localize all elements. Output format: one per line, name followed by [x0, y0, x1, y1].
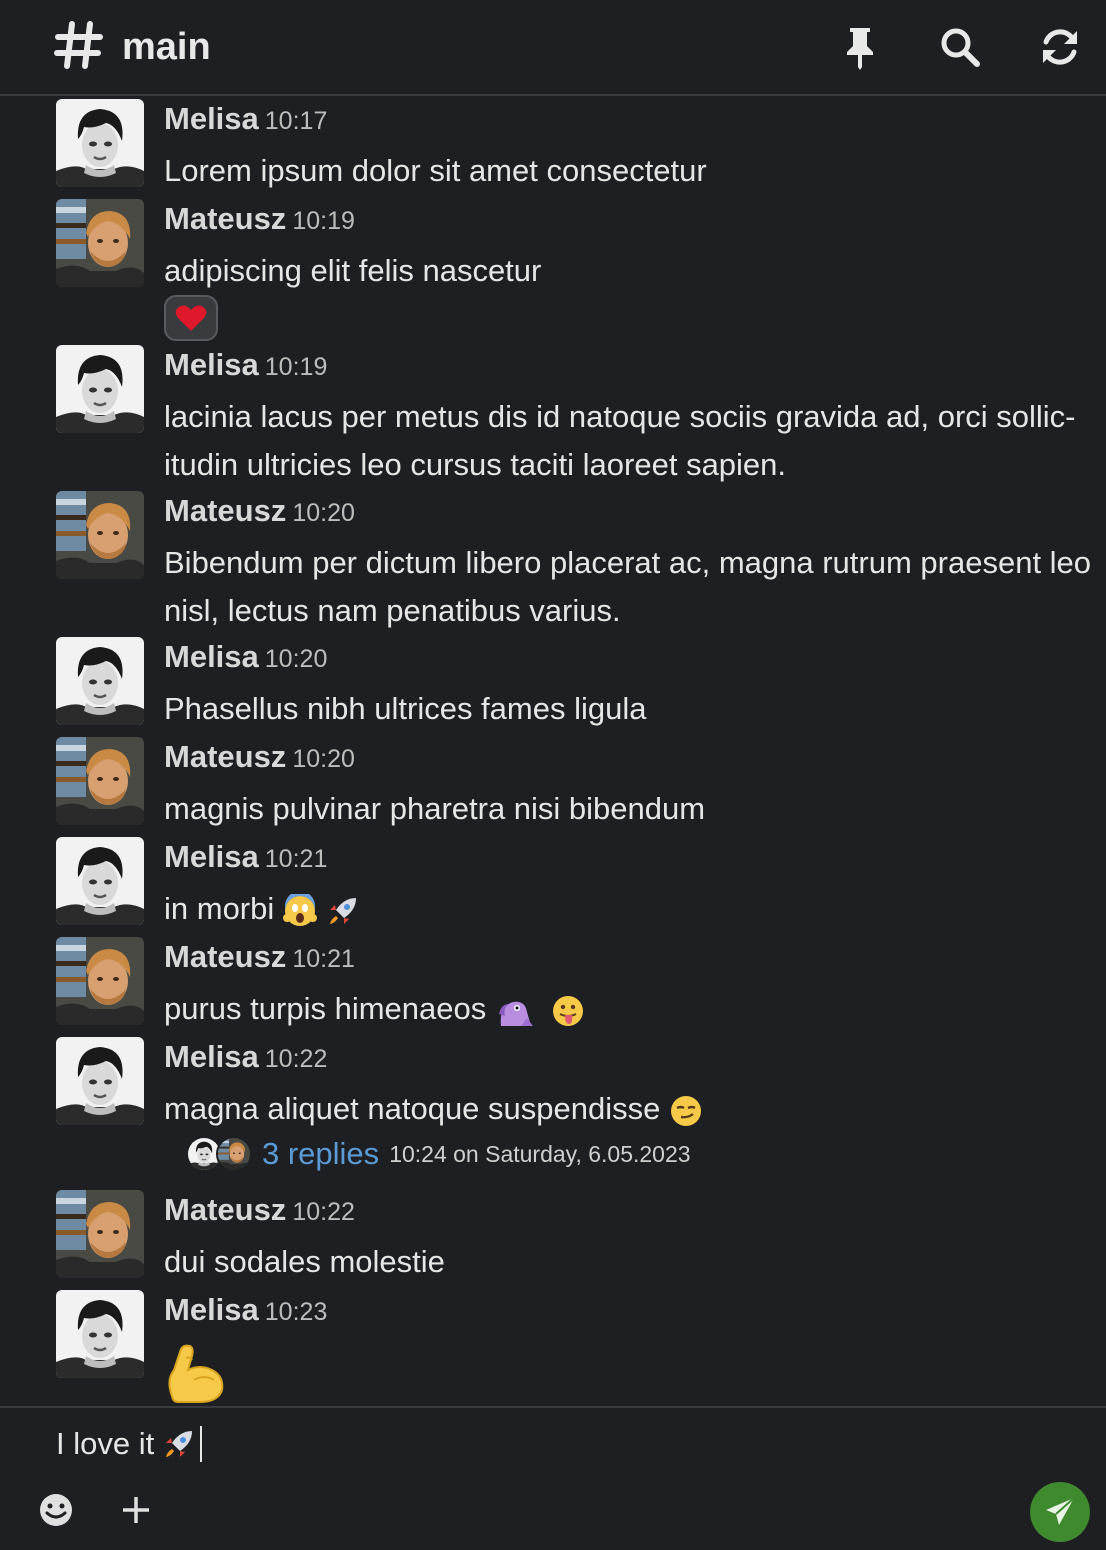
avatar[interactable] — [56, 1290, 144, 1378]
send-button[interactable] — [1030, 1482, 1090, 1542]
message-composer[interactable]: I love it — [0, 1406, 1106, 1550]
timestamp: 10:22 — [292, 1198, 355, 1226]
plus-icon[interactable] — [116, 1490, 156, 1530]
avatar[interactable] — [56, 1037, 144, 1125]
heart-icon — [175, 305, 207, 331]
message-body: in morbi — [164, 885, 1094, 933]
search-icon[interactable] — [935, 22, 985, 72]
avatar[interactable] — [56, 837, 144, 925]
timestamp: 10:20 — [292, 745, 355, 773]
author-name[interactable]: Melisa — [164, 101, 259, 136]
avatar[interactable] — [56, 199, 144, 287]
avatar[interactable] — [56, 637, 144, 725]
hash-icon — [54, 20, 104, 70]
message-body: purus turpis himenaeos — [164, 985, 1094, 1033]
thread-summary[interactable]: 3 replies 10:24 on Saturday, 6.05.2023 — [186, 1134, 691, 1174]
message-text: Lorem ipsum dolor sit amet consectetur — [164, 153, 707, 188]
rocket-emoji-icon — [166, 1431, 193, 1457]
message-body — [164, 1340, 1094, 1406]
author-name[interactable]: Mateusz — [164, 493, 286, 528]
send-icon — [1046, 1497, 1075, 1525]
thread-avatar — [216, 1136, 252, 1172]
message-text: dui sodales molestie — [164, 1244, 445, 1279]
timestamp: 10:20 — [264, 645, 328, 673]
message-text: magnis pulvinar pharetra nisi bibendum — [164, 791, 706, 826]
timestamp: 10:17 — [264, 107, 328, 135]
avatar[interactable] — [56, 345, 144, 433]
smirk-emoji-icon — [671, 1095, 701, 1126]
avatar[interactable] — [56, 1190, 144, 1278]
author-name[interactable]: Melisa — [164, 1039, 259, 1074]
tongue-emoji-icon — [553, 995, 584, 1026]
author-name[interactable]: Melisa — [164, 1292, 259, 1327]
timestamp: 10:21 — [292, 945, 355, 973]
message-text: magna aliquet natoque suspendisse — [164, 1091, 661, 1126]
author-name[interactable]: Melisa — [164, 639, 259, 674]
party-parrot-emoji-icon — [498, 1001, 533, 1026]
text-caret — [200, 1426, 203, 1462]
avatar[interactable] — [56, 491, 144, 579]
message-text: purus turpis himenaeos — [164, 991, 487, 1026]
timestamp: 10:22 — [264, 1045, 328, 1073]
author-name[interactable]: Mateusz — [164, 201, 286, 236]
scream-emoji-icon — [282, 893, 317, 926]
message-list[interactable]: Melisa 10:17 Lorem ipsum dolor sit amet c… — [0, 96, 1106, 1406]
composer-input[interactable]: I love it — [56, 1420, 203, 1468]
message-text: lacinia lacus per metus dis id natoque s… — [164, 399, 1076, 482]
flexed-biceps-emoji-icon — [168, 1344, 224, 1403]
author-name[interactable]: Mateusz — [164, 1192, 286, 1227]
author-name[interactable]: Mateusz — [164, 939, 286, 974]
avatar[interactable] — [56, 99, 144, 187]
timestamp: 10:20 — [292, 499, 355, 527]
avatar[interactable] — [56, 737, 144, 825]
emoji-icon[interactable] — [36, 1490, 76, 1530]
author-name[interactable]: Melisa — [164, 839, 259, 874]
message-text: in morbi — [164, 891, 275, 926]
message-body: magna aliquet natoque suspendisse — [164, 1085, 1094, 1133]
author-name[interactable]: Melisa — [164, 347, 259, 382]
author-name[interactable]: Mateusz — [164, 739, 286, 774]
channel-header: main — [0, 0, 1106, 96]
rocket-emoji-icon — [329, 897, 356, 924]
replies-link[interactable]: 3 replies — [262, 1136, 379, 1172]
channel-name: main — [122, 26, 211, 68]
last-reply-time: 10:24 on Saturday, 6.05.2023 — [389, 1140, 691, 1167]
message-text: adipiscing elit felis nascetur — [164, 253, 542, 288]
message-text: Bibendum per dictum libero placerat ac, … — [164, 545, 1092, 628]
composer-text: I love it — [56, 1426, 155, 1461]
timestamp: 10:21 — [264, 845, 328, 873]
avatar[interactable] — [56, 937, 144, 1025]
message-text: Phasellus nibh ultrices fames ligula — [164, 691, 647, 726]
reaction-heart[interactable] — [164, 295, 218, 341]
timestamp: 10:19 — [264, 353, 328, 381]
timestamp: 10:23 — [264, 1298, 328, 1326]
refresh-icon[interactable] — [1035, 22, 1085, 72]
pin-icon[interactable] — [835, 22, 885, 72]
timestamp: 10:19 — [292, 207, 355, 235]
